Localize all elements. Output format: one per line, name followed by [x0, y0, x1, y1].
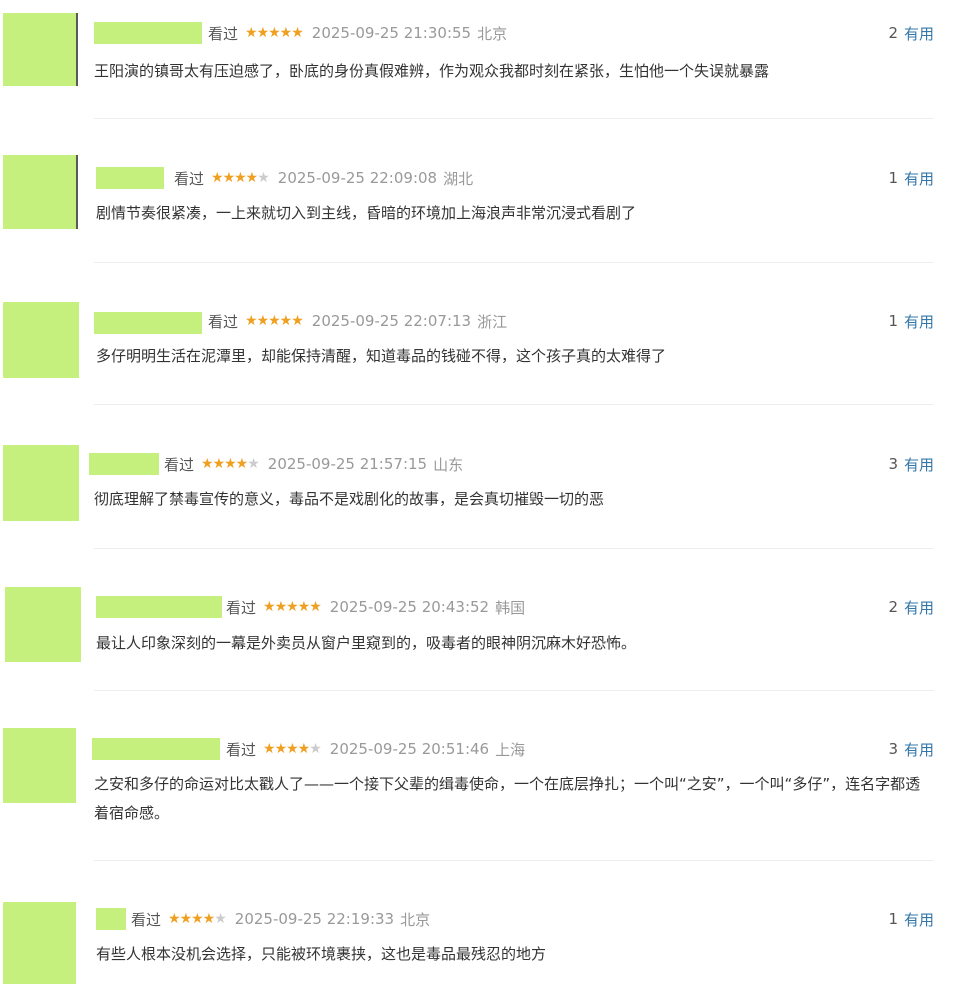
comment-location: 山东: [433, 455, 464, 474]
useful-count: 1: [888, 169, 898, 187]
comment-text: 之安和多仔的命运对比太戳人了——一个接下父辈的缉毒使命，一个在底层挣扎；一个叫“…: [94, 775, 921, 822]
star-icon: ★★★★: [201, 456, 248, 472]
useful-button[interactable]: 1 有用: [888, 167, 934, 189]
username[interactable]: [92, 738, 220, 760]
comment-text: 彻底理解了禁毒宣传的意义，毒品不是戏剧化的故事，是会真切摧毁一切的恶: [94, 490, 605, 508]
useful-count: 3: [888, 455, 898, 473]
rating-stars: ★★★★★: [245, 313, 304, 329]
star-icon: ★★★★: [263, 741, 310, 757]
username[interactable]: [94, 312, 202, 334]
comment-meta: 看过 ★★★★★ 2025-09-25 20:43:52 韩国: [226, 596, 525, 618]
comment-meta: 看过 ★★★★ ★ 2025-09-25 22:09:08 湖北: [174, 167, 473, 189]
useful-label[interactable]: 有用: [904, 23, 934, 44]
comment-location: 上海: [495, 740, 526, 759]
comment-meta: 看过 ★★★★★ 2025-09-25 21:30:55 北京: [208, 22, 507, 44]
watched-label: 看过: [164, 455, 195, 474]
comment-text: 有些人根本没机会选择，只能被环境裹挟，这也是毒品最残忍的地方: [96, 945, 547, 963]
useful-label[interactable]: 有用: [904, 597, 934, 618]
username[interactable]: [94, 22, 202, 44]
useful-count: 1: [888, 910, 898, 928]
useful-button[interactable]: 2 有用: [888, 22, 934, 44]
useful-label[interactable]: 有用: [904, 311, 934, 332]
watched-label: 看过: [208, 24, 239, 43]
useful-button[interactable]: 1 有用: [888, 908, 934, 930]
divider: [94, 690, 934, 691]
useful-label[interactable]: 有用: [904, 909, 934, 930]
watched-label: 看过: [226, 598, 257, 617]
watched-label: 看过: [208, 312, 239, 331]
comment-location: 浙江: [477, 312, 508, 331]
comment-time: 2025-09-25 20:43:52: [329, 598, 490, 616]
comment-location: 北京: [477, 24, 508, 43]
avatar[interactable]: [3, 155, 76, 229]
divider: [94, 404, 934, 405]
useful-button[interactable]: 3 有用: [888, 738, 934, 760]
star-icon: ★★★★★: [245, 25, 304, 41]
avatar[interactable]: [3, 13, 76, 86]
rating-stars: ★★★★ ★: [168, 911, 227, 927]
star-icon: ★★★★: [168, 911, 215, 927]
useful-button[interactable]: 1 有用: [888, 310, 934, 332]
comment-location: 北京: [400, 910, 431, 929]
avatar[interactable]: [3, 445, 79, 521]
divider: [94, 860, 934, 861]
comment-meta: 看过 ★★★★ ★ 2025-09-25 22:19:33 北京: [131, 908, 430, 930]
comment-time: 2025-09-25 21:30:55: [311, 24, 472, 42]
watched-label: 看过: [131, 910, 162, 929]
comment-meta: 看过 ★★★★ ★ 2025-09-25 21:57:15 山东: [164, 453, 463, 475]
comment-time: 2025-09-25 21:57:15: [267, 455, 428, 473]
divider: [94, 548, 934, 549]
star-icon: ★★★★★: [263, 599, 322, 615]
comment-time: 2025-09-25 20:51:46: [329, 740, 490, 758]
useful-count: 2: [888, 24, 898, 42]
avatar-edge: [76, 13, 78, 86]
useful-label[interactable]: 有用: [904, 739, 934, 760]
star-icon: ★★★★★: [245, 313, 304, 329]
useful-count: 3: [888, 740, 898, 758]
username[interactable]: [96, 596, 222, 618]
star-empty-icon: ★: [309, 741, 322, 757]
rating-stars: ★★★★ ★: [201, 456, 260, 472]
star-empty-icon: ★: [214, 911, 227, 927]
comment-location: 湖北: [443, 169, 474, 188]
comment-time: 2025-09-25 22:09:08: [277, 169, 438, 187]
comment-meta: 看过 ★★★★★ 2025-09-25 22:07:13 浙江: [208, 310, 507, 332]
useful-button[interactable]: 3 有用: [888, 453, 934, 475]
comment-text: 最让人印象深刻的一幕是外卖员从窗户里窥到的，吸毒者的眼神阴沉麻木好恐怖。: [96, 634, 637, 652]
comment-time: 2025-09-25 22:19:33: [234, 910, 395, 928]
rating-stars: ★★★★★: [263, 599, 322, 615]
watched-label: 看过: [174, 169, 205, 188]
useful-button[interactable]: 2 有用: [888, 596, 934, 618]
avatar[interactable]: [5, 587, 81, 662]
avatar[interactable]: [3, 902, 76, 984]
username[interactable]: [89, 453, 159, 475]
comment-text: 多仔明明生活在泥潭里，却能保持清醒，知道毒品的钱碰不得，这个孩子真的太难得了: [96, 347, 667, 365]
divider: [94, 262, 934, 263]
avatar[interactable]: [3, 302, 79, 378]
username[interactable]: [96, 167, 164, 189]
useful-label[interactable]: 有用: [904, 454, 934, 475]
rating-stars: ★★★★ ★: [211, 170, 270, 186]
useful-count: 2: [888, 598, 898, 616]
comment-list: 看过 ★★★★★ 2025-09-25 21:30:55 北京 2 有用 王阳演…: [0, 0, 960, 990]
avatar[interactable]: [3, 728, 76, 803]
avatar-edge: [76, 155, 78, 229]
comment-time: 2025-09-25 22:07:13: [311, 312, 472, 330]
divider: [94, 118, 934, 119]
watched-label: 看过: [226, 740, 257, 759]
comment-text: 王阳演的镇哥太有压迫感了，卧底的身份真假难辨，作为观众我都时刻在紧张，生怕他一个…: [94, 62, 770, 80]
username[interactable]: [96, 908, 126, 930]
star-icon: ★★★★: [211, 170, 258, 186]
comment-text: 剧情节奏很紧凑，一上来就切入到主线，昏暗的环境加上海浪声非常沉浸式看剧了: [96, 204, 637, 222]
useful-label[interactable]: 有用: [904, 168, 934, 189]
comment-meta: 看过 ★★★★ ★ 2025-09-25 20:51:46 上海: [226, 738, 525, 760]
star-empty-icon: ★: [247, 456, 260, 472]
star-empty-icon: ★: [257, 170, 270, 186]
useful-count: 1: [888, 312, 898, 330]
comment-location: 韩国: [495, 598, 526, 617]
rating-stars: ★★★★ ★: [263, 741, 322, 757]
rating-stars: ★★★★★: [245, 25, 304, 41]
